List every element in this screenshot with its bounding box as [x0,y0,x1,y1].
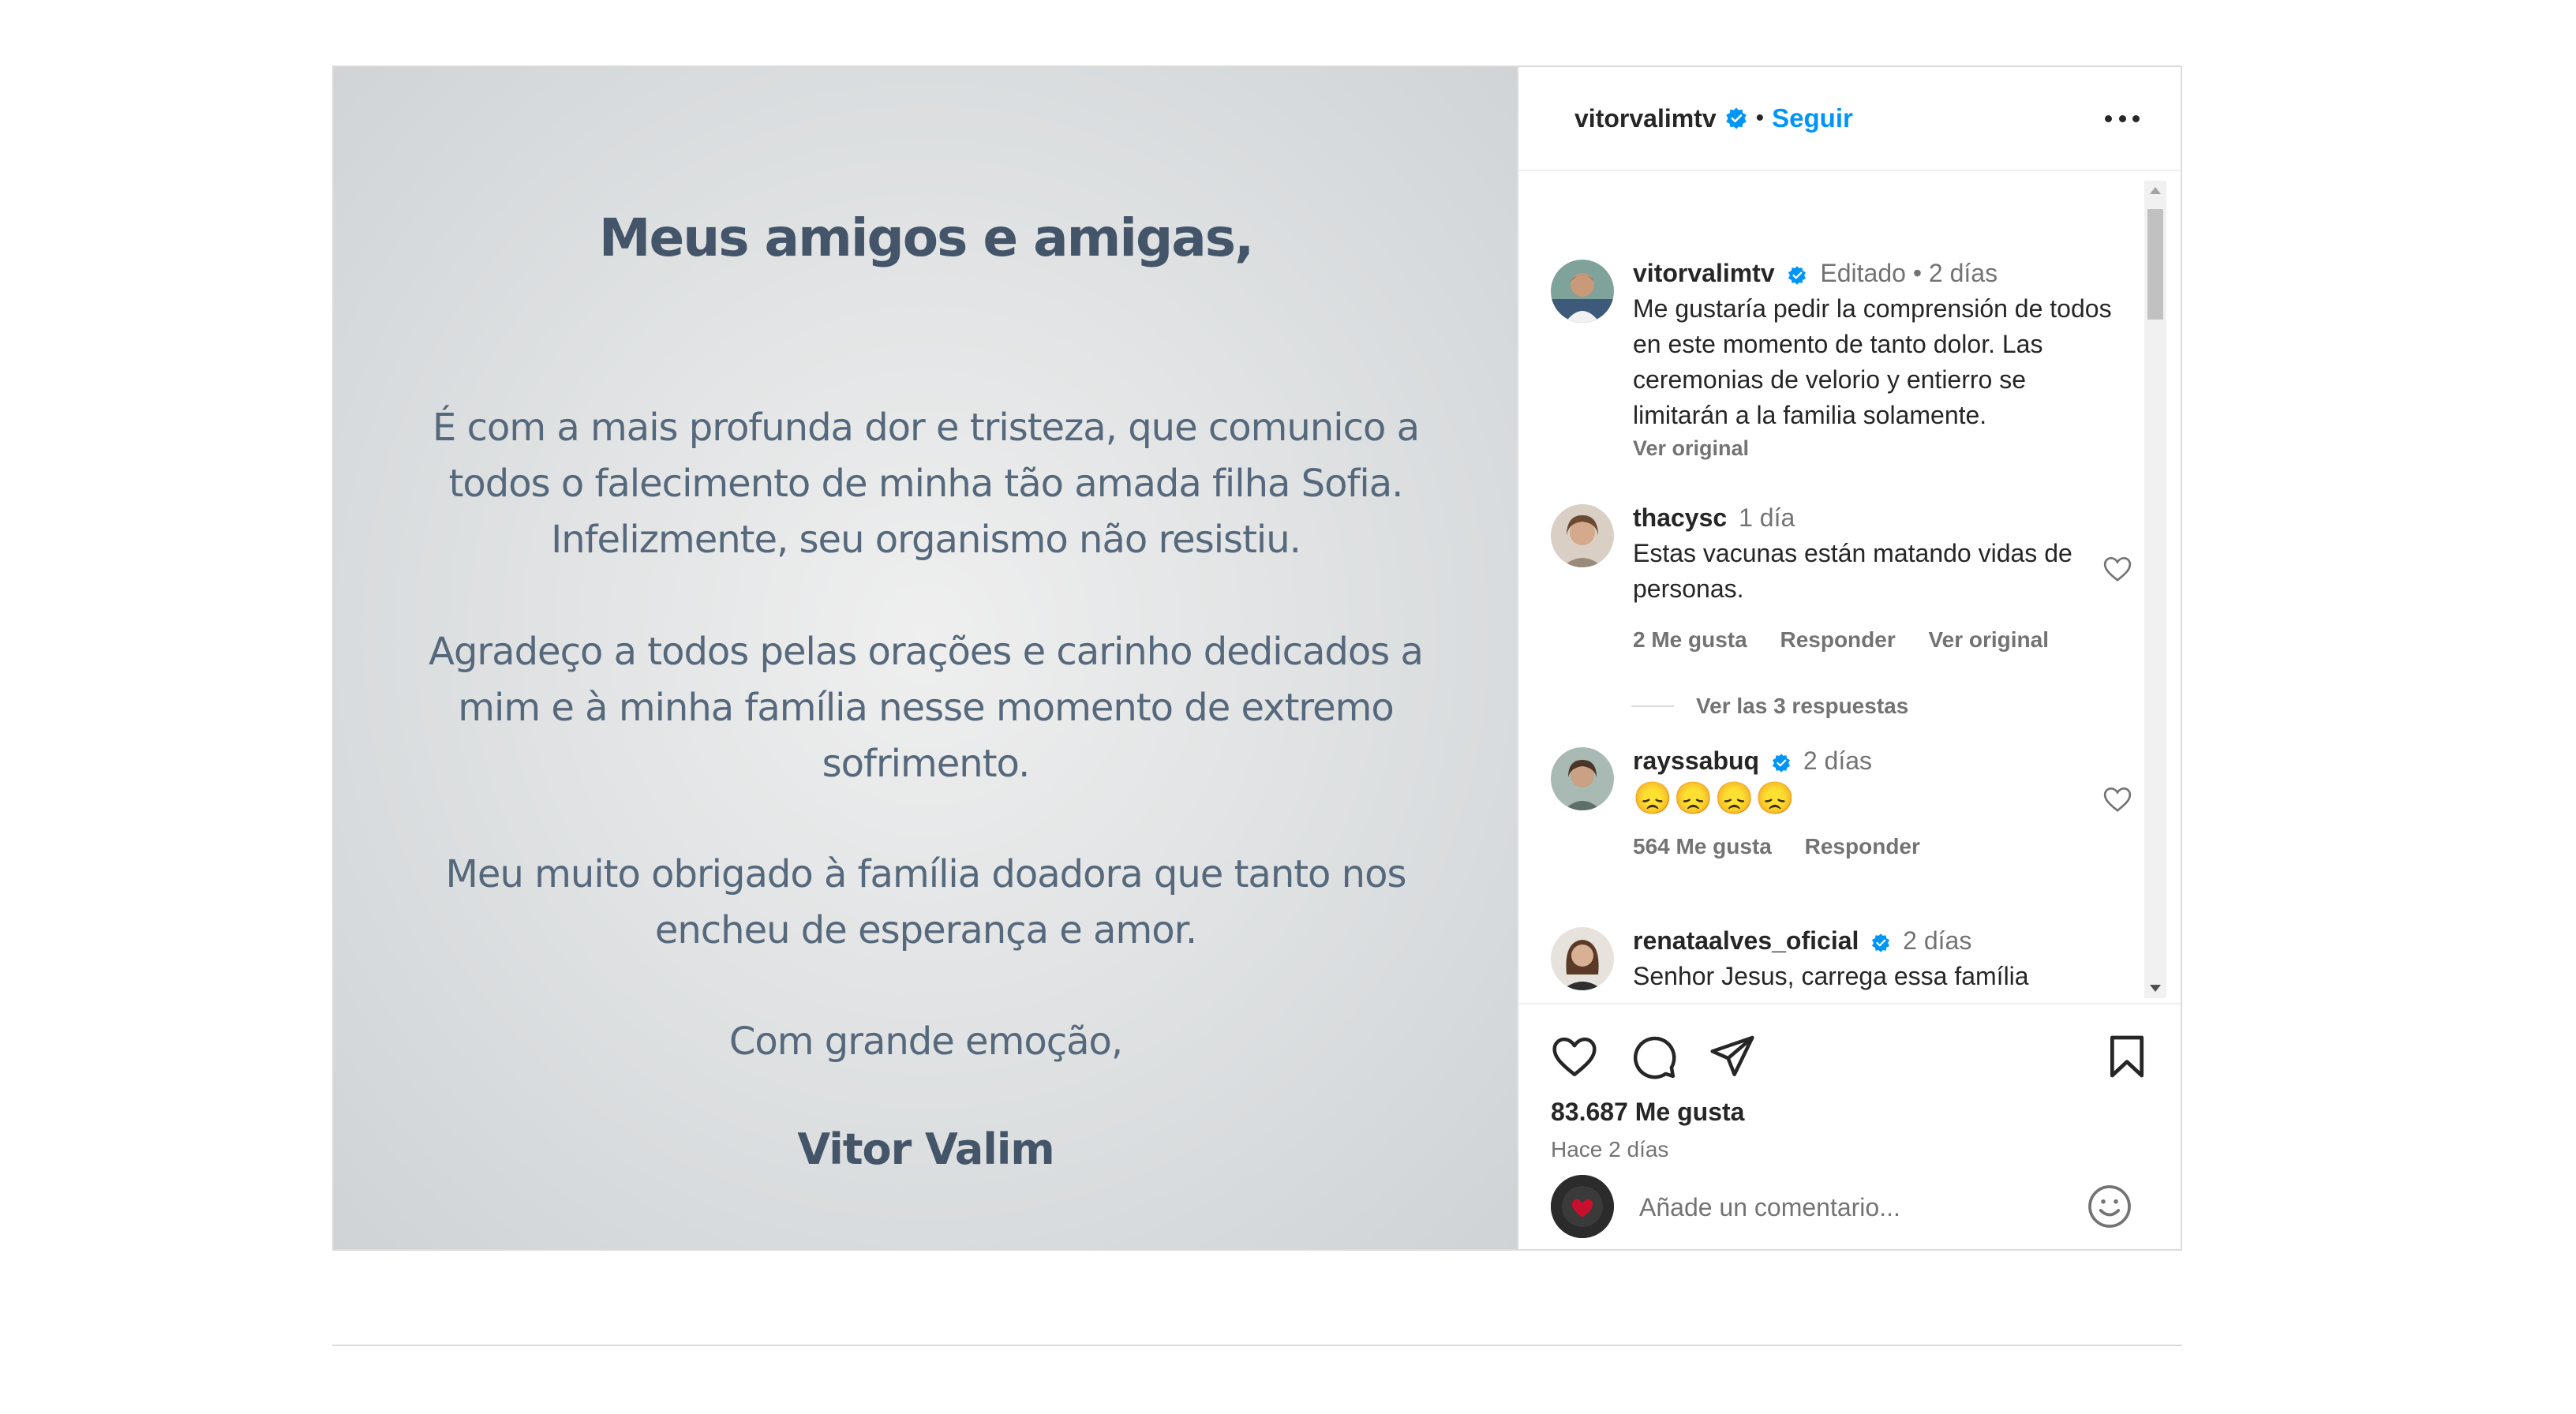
avatar[interactable] [1551,504,1614,567]
verified-icon [1772,753,1791,772]
avatar[interactable] [1551,747,1614,810]
letter-paragraph: Meu muito obrigado à família doadora que… [445,852,1407,952]
avatar[interactable] [1551,260,1614,323]
letter-signature: Vitor Valim [797,1124,1054,1174]
letter-paragraph: É com a mais profunda dor e tristeza, qu… [432,406,1420,562]
comment-input[interactable] [1638,1183,2035,1232]
add-comment-bar [1519,1175,2181,1252]
share-icon[interactable] [1707,1031,1758,1082]
comment-text: Me gustaría pedir la comprensión de todo… [1633,294,2112,429]
instagram-post: Meus amigos e amigas, É com a mais profu… [332,65,2182,1251]
verified-icon [1725,107,1747,129]
comment-meta: Editado • 2 días [1820,259,1998,287]
comment-likes[interactable]: 2 Me gusta [1633,627,1747,652]
comment-actions: 2 Me gusta Responder Ver original [1633,627,2086,653]
post-time[interactable]: Hace 2 días [1551,1137,1668,1162]
comment-username[interactable]: vitorvalimtv [1633,259,1775,287]
post-header: vitorvalimtv • Seguir [1519,67,2181,171]
post-image[interactable]: Meus amigos e amigas, É com a mais profu… [334,67,1518,1249]
reply-button[interactable]: Responder [1780,627,1895,652]
separator-dot: • [1755,105,1765,131]
comment-text: 😞😞😞😞 [1633,781,1797,816]
comment-meta: 1 día [1739,503,1795,532]
verified-icon [1872,933,1890,952]
see-original-link[interactable]: Ver original [1929,627,2050,652]
avatar[interactable] [1551,927,1614,990]
scroll-down-icon[interactable] [2150,985,2161,992]
comment-username[interactable]: renataalves_oficial [1633,926,1859,955]
comment-username[interactable]: rayssabuq [1633,746,1759,775]
letter-paragraph: Agradeço a todos pelas orações e carinho… [429,630,1424,786]
likes-count[interactable]: 83.687 Me gusta [1551,1098,1744,1127]
author-username[interactable]: vitorvalimtv [1574,104,1717,133]
letter-closing: Com grande emoção, [728,1019,1123,1064]
avatar [1551,1175,1614,1238]
comment-meta: 2 días [1903,926,1972,955]
follow-button[interactable]: Seguir [1772,103,1853,133]
see-original-link[interactable]: Ver original [1633,436,2117,461]
scroll-thumb[interactable] [2147,209,2163,320]
post-actions: 83.687 Me gusta Hace 2 días [1519,1003,2181,1252]
heart-icon[interactable] [2102,553,2133,585]
scroll-up-icon[interactable] [2150,187,2161,194]
comments-list[interactable]: vitorvalimtv Editado • 2 días Me gustarí… [1519,173,2181,1003]
more-options-icon[interactable] [2105,110,2140,126]
letter-title: Meus amigos e amigas, [598,208,1254,268]
comment-likes[interactable]: 564 Me gusta [1633,834,1772,858]
reply-button[interactable]: Responder [1805,834,1920,858]
comment-icon[interactable] [1628,1031,1679,1082]
comment-username[interactable]: thacysc [1633,503,1727,532]
bookmark-icon[interactable] [2102,1031,2152,1082]
comment-meta: 2 días [1803,746,1873,775]
comments-scrollbar[interactable] [2144,181,2166,998]
emoji-icon[interactable] [2086,1183,2133,1230]
heart-icon[interactable] [2102,784,2133,815]
comment-text: Senhor Jesus, carrega essa família [1633,962,2029,990]
post-sidebar: vitorvalimtv • Seguir vitorvalimtv Edita… [1518,67,2181,1249]
page-divider [332,1345,2182,1346]
verified-icon [1788,265,1806,285]
comment-text: Estas vacunas están matando vidas de per… [1633,539,2072,603]
heart-icon[interactable] [1549,1031,1600,1082]
comment-actions: 564 Me gusta Responder [1633,834,2086,859]
view-replies-button[interactable]: Ver las 3 respuestas [1631,694,1908,719]
replies-divider [1631,705,1674,707]
view-replies-label: Ver las 3 respuestas [1696,694,1909,718]
